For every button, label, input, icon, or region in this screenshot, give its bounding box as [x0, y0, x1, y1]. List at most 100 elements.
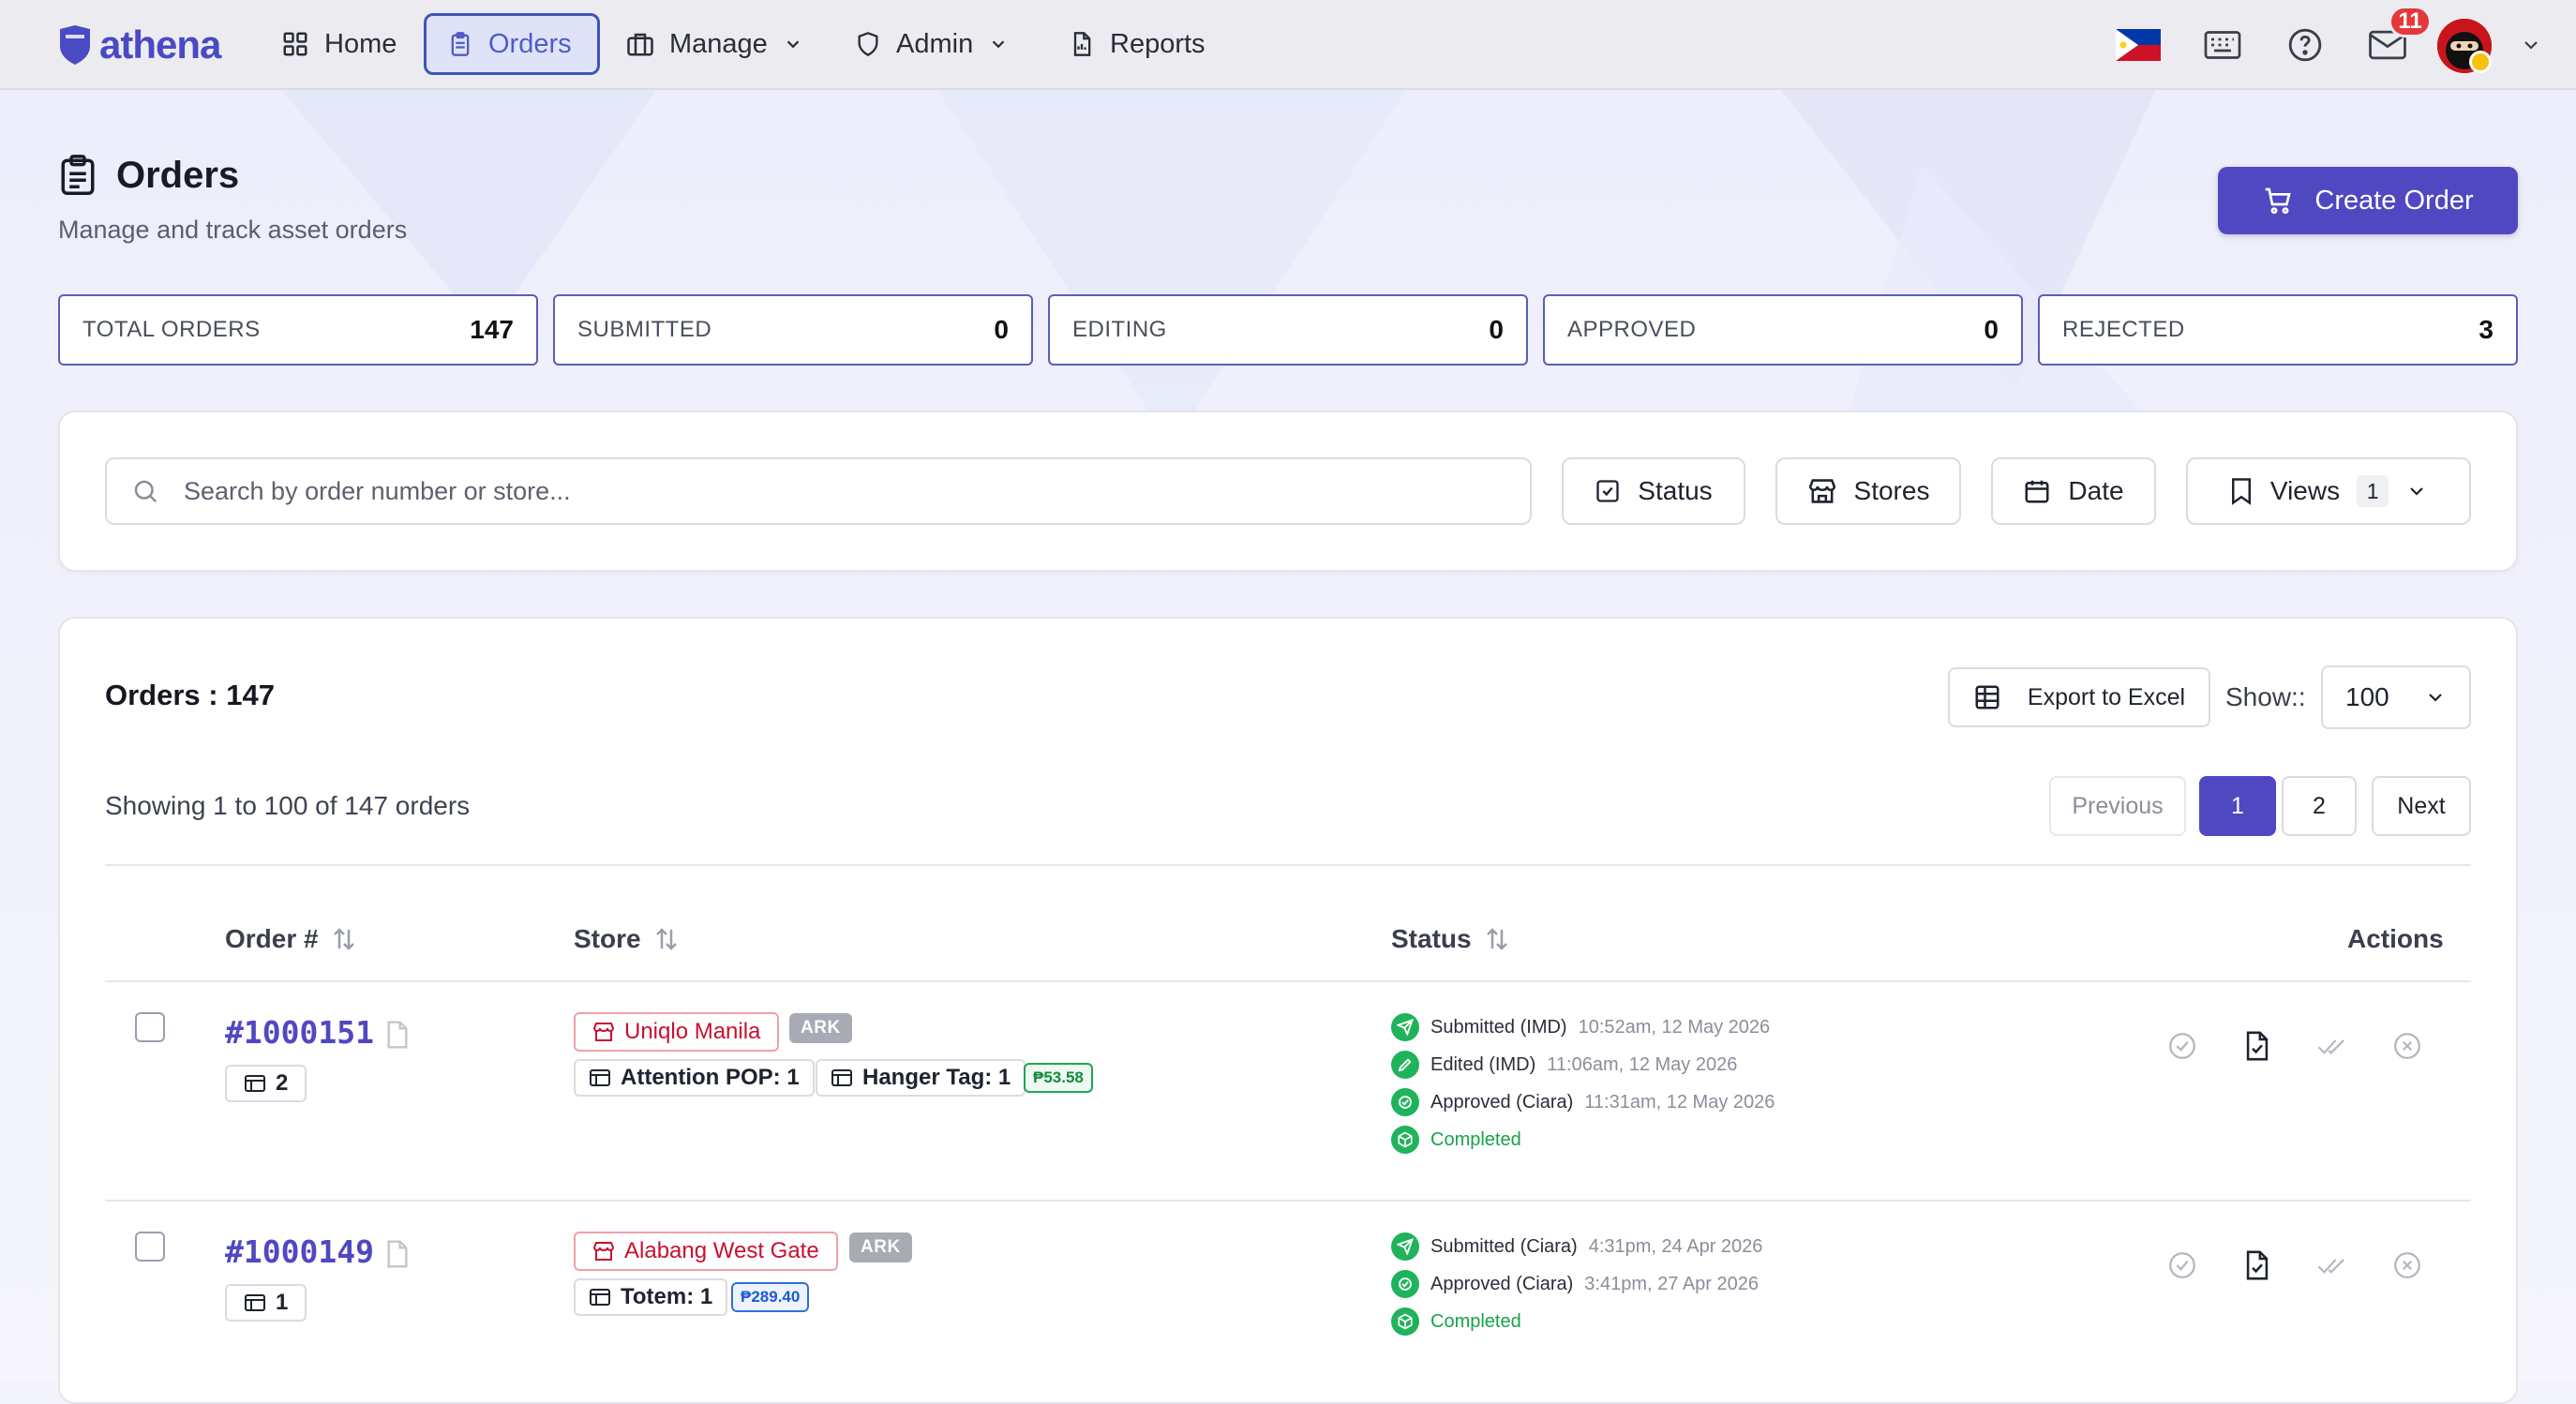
store-icon	[1808, 479, 1835, 503]
status-label: Edited (IMD)	[1430, 1053, 1536, 1075]
column-header-order[interactable]: Order #	[225, 924, 358, 954]
column-header-actions-label: Actions	[2347, 924, 2444, 953]
orders-card	[58, 617, 2518, 1404]
top-navbar: athena Home Orders Manage Admin Reports	[0, 0, 2576, 90]
status-filter-button[interactable]: Status	[1562, 457, 1745, 525]
nav-admin[interactable]: Admin	[834, 13, 1029, 75]
keyboard-shortcuts-button[interactable]	[2197, 15, 2248, 75]
clipboard-icon	[61, 155, 95, 195]
calendar-icon	[2025, 480, 2049, 503]
document-icon[interactable]	[384, 1239, 411, 1269]
pagination-page-2[interactable]: 2	[2282, 776, 2357, 836]
stat-rejected[interactable]: REJECTED 3	[2038, 294, 2518, 366]
chevron-down-icon	[786, 40, 800, 49]
order-number-link[interactable]: #1000151	[225, 1014, 374, 1051]
reject-action-icon[interactable]	[2389, 1027, 2426, 1065]
stores-filter-button[interactable]: Stores	[1775, 457, 1961, 525]
create-order-button[interactable]: Create Order	[2218, 167, 2518, 234]
stat-value: 0	[1489, 315, 1504, 344]
order-number-link[interactable]: #1000149	[225, 1233, 374, 1270]
row-checkbox[interactable]	[135, 1012, 165, 1042]
philippines-flag-icon	[2116, 29, 2161, 61]
row-checkbox[interactable]	[135, 1232, 165, 1262]
chevron-down-icon	[2410, 487, 2423, 496]
store-icon	[592, 1242, 615, 1261]
sort-icon	[333, 928, 354, 950]
briefcase-icon	[627, 33, 653, 56]
date-filter-button[interactable]: Date	[1991, 457, 2156, 525]
column-header-order-label: Order #	[225, 924, 319, 953]
pagination-page-1[interactable]: 1	[2199, 776, 2276, 836]
stat-approved[interactable]: APPROVED 0	[1543, 294, 2023, 366]
store-tag: ARK	[849, 1232, 912, 1262]
nav-home[interactable]: Home	[261, 13, 417, 75]
status-label: Completed	[1430, 1310, 1521, 1332]
page-size-select[interactable]: 100	[2321, 665, 2471, 729]
send-icon	[1391, 1232, 1419, 1261]
send-icon	[1391, 1013, 1419, 1041]
nav-manage[interactable]: Manage	[606, 13, 824, 75]
stat-value: 147	[470, 315, 514, 344]
stat-submitted[interactable]: SUBMITTED 0	[553, 294, 1033, 366]
nav-home-label: Home	[324, 28, 397, 59]
nav-orders-label: Orders	[488, 28, 572, 59]
item-label: Hanger Tag: 1	[862, 1065, 1011, 1090]
column-header-store[interactable]: Store	[574, 924, 681, 954]
document-icon[interactable]	[384, 1020, 411, 1050]
stat-label: EDITING	[1072, 317, 1167, 342]
box-icon	[245, 1294, 265, 1311]
export-excel-button[interactable]: Export to Excel	[1948, 667, 2210, 727]
stat-label: REJECTED	[2062, 317, 2185, 342]
create-order-label: Create Order	[2314, 185, 2474, 216]
nav-orders[interactable]: Orders	[424, 13, 600, 75]
chevron-down-icon	[2524, 41, 2538, 50]
page-title-group: Orders	[58, 154, 239, 197]
quantity-value: 2	[276, 1070, 289, 1096]
chevron-down-icon	[2429, 694, 2442, 702]
box-icon	[590, 1069, 610, 1086]
column-header-status[interactable]: Status	[1391, 924, 1511, 954]
views-count-badge: 1	[2357, 475, 2389, 507]
view-document-icon[interactable]	[2239, 1247, 2276, 1284]
status-approved: Approved (Ciara) 3:41pm, 27 Apr 2026	[1391, 1270, 1759, 1298]
column-header-status-label: Status	[1391, 924, 1472, 953]
pagination-next[interactable]: Next	[2372, 776, 2471, 836]
logo-text: athena	[99, 22, 221, 67]
pagination-previous[interactable]: Previous	[2049, 776, 2186, 836]
stat-label: APPROVED	[1567, 317, 1697, 342]
stat-value: 0	[1984, 315, 1999, 344]
store-chip[interactable]: Uniqlo Manila	[574, 1012, 780, 1052]
item-chip: Attention POP: 1	[574, 1059, 815, 1097]
page-title: Orders	[116, 154, 240, 196]
stat-editing[interactable]: EDITING 0	[1048, 294, 1528, 366]
athena-logo[interactable]: athena	[58, 21, 221, 69]
nav-reports[interactable]: Reports	[1048, 13, 1226, 75]
check-icon	[1391, 1270, 1419, 1298]
quantity-value: 1	[276, 1290, 289, 1315]
cart-icon	[2266, 187, 2292, 215]
spreadsheet-icon	[1975, 685, 1999, 709]
export-excel-label: Export to Excel	[2027, 683, 2186, 710]
store-name: Uniqlo Manila	[624, 1019, 761, 1044]
status-completed: Completed	[1391, 1126, 1521, 1154]
view-document-icon[interactable]	[2239, 1027, 2276, 1065]
reject-action-icon[interactable]	[2389, 1247, 2426, 1284]
mark-done-icon[interactable]	[2314, 1247, 2351, 1284]
user-menu-toggle[interactable]	[2512, 15, 2550, 75]
search-field[interactable]	[105, 457, 1532, 525]
stores-filter-label: Stores	[1853, 476, 1930, 505]
mark-done-icon[interactable]	[2314, 1027, 2351, 1065]
logo-shield-icon	[60, 25, 90, 65]
approve-action-icon[interactable]	[2164, 1247, 2201, 1284]
price-badge: ₱53.58	[1024, 1063, 1093, 1093]
store-chip[interactable]: Alabang West Gate	[574, 1232, 838, 1271]
views-dropdown[interactable]: Views 1	[2186, 457, 2471, 525]
stat-total-orders[interactable]: TOTAL ORDERS 147	[58, 294, 538, 366]
search-input[interactable]	[182, 475, 1530, 507]
item-chip: Totem: 1	[574, 1278, 728, 1316]
language-flag[interactable]	[2113, 15, 2164, 75]
divider	[105, 864, 2471, 866]
approve-action-icon[interactable]	[2164, 1027, 2201, 1065]
help-button[interactable]	[2280, 15, 2330, 75]
nav-manage-label: Manage	[669, 28, 768, 59]
